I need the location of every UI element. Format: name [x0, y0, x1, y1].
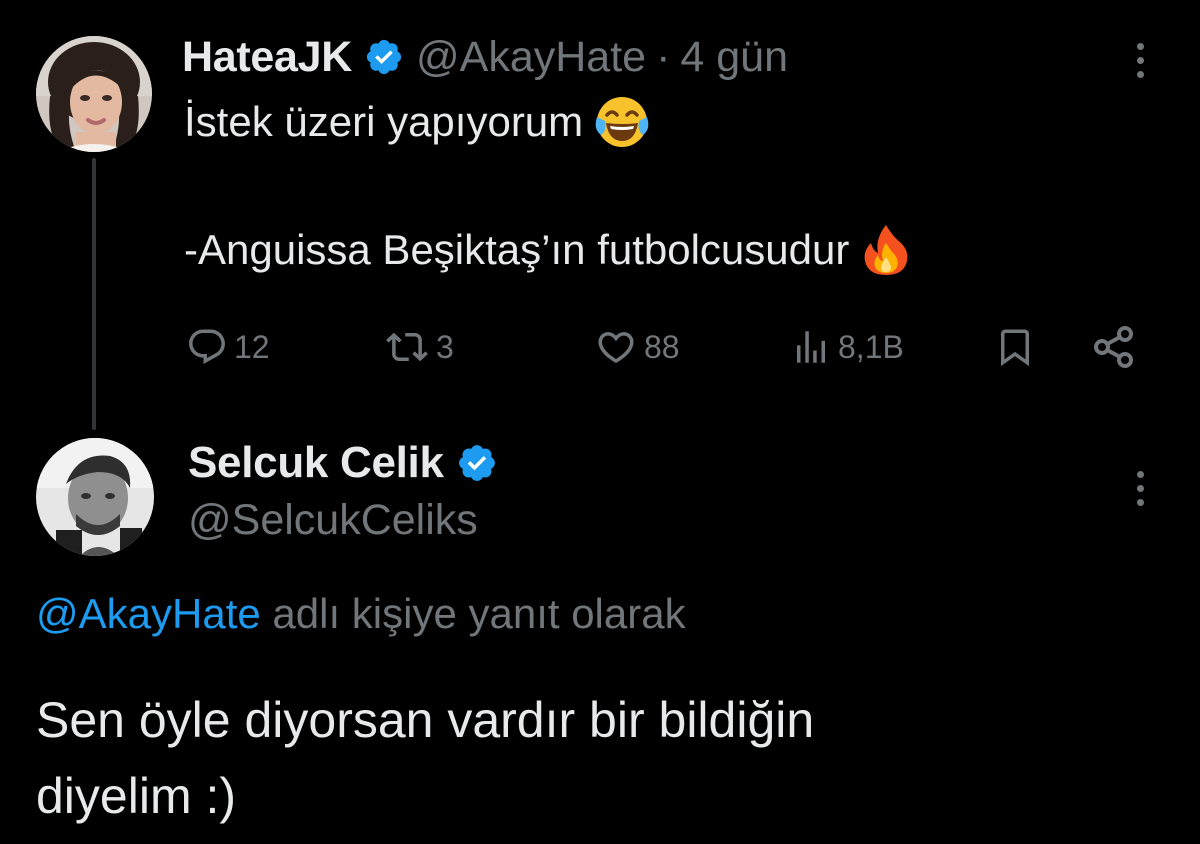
tweet-text-line-2: diyelim :) [36, 768, 237, 824]
avatar-selcukcelik[interactable] [36, 438, 154, 556]
reply-icon [186, 326, 228, 368]
tweet-text-line-2: -Anguissa Beşiktaş’ın futbolcusudur [184, 226, 850, 273]
like-count: 88 [644, 328, 680, 365]
retweet-count: 3 [436, 328, 454, 365]
retweet-button[interactable]: 3 [384, 322, 454, 372]
tweet-text-line-1: İstek üzeri yapıyorum [184, 98, 584, 145]
tweet-text-line-1: Sen öyle diyorsan vardır bir bildiğin [36, 692, 815, 748]
share-icon [1090, 323, 1138, 371]
tweet-text: İstek üzeri yapıyorum -Anguissa Beşiktaş… [184, 92, 911, 280]
retweet-icon [384, 326, 430, 368]
face-with-tears-of-joy-icon [595, 95, 649, 149]
reply-mention-link[interactable]: @AkayHate [36, 590, 261, 637]
author-handle[interactable]: @SelcukCeliks [188, 496, 478, 545]
views-chart-icon [790, 326, 832, 368]
bookmark-icon [994, 324, 1036, 370]
like-button[interactable]: 88 [594, 322, 680, 372]
author-handle[interactable]: @AkayHate [416, 33, 646, 82]
author-display-name[interactable]: Selcuk Celik [188, 438, 444, 488]
reply-count: 12 [234, 328, 270, 365]
more-options-icon[interactable] [1128, 466, 1152, 510]
tweet-text: Sen öyle diyorsan vardır bir bildiğin di… [36, 682, 814, 834]
heart-icon [594, 326, 638, 368]
thread-connector-line [92, 158, 96, 430]
separator-dot: · [656, 32, 671, 81]
verified-badge-icon [364, 37, 404, 77]
reply-to-suffix: adlı kişiye yanıt olarak [260, 590, 686, 637]
bookmark-button[interactable] [994, 322, 1036, 372]
verified-badge-icon [456, 442, 498, 484]
replying-to-line: @AkayHate adlı kişiye yanıt olarak [36, 590, 686, 638]
tweet2-header: Selcuk Celik [188, 434, 498, 492]
tweet-header: HateaJK @AkayHate · 4 gün [182, 30, 788, 84]
fire-icon [861, 223, 911, 277]
author-display-name[interactable]: HateaJK [182, 33, 352, 82]
tweet-timestamp[interactable]: 4 gün [680, 33, 788, 82]
more-options-icon[interactable] [1128, 38, 1152, 82]
views-count: 8,1B [838, 328, 904, 365]
avatar-hateajk[interactable] [36, 36, 152, 152]
reply-button[interactable]: 12 [186, 322, 270, 372]
views-button[interactable]: 8,1B [790, 322, 904, 372]
share-button[interactable] [1090, 322, 1138, 372]
